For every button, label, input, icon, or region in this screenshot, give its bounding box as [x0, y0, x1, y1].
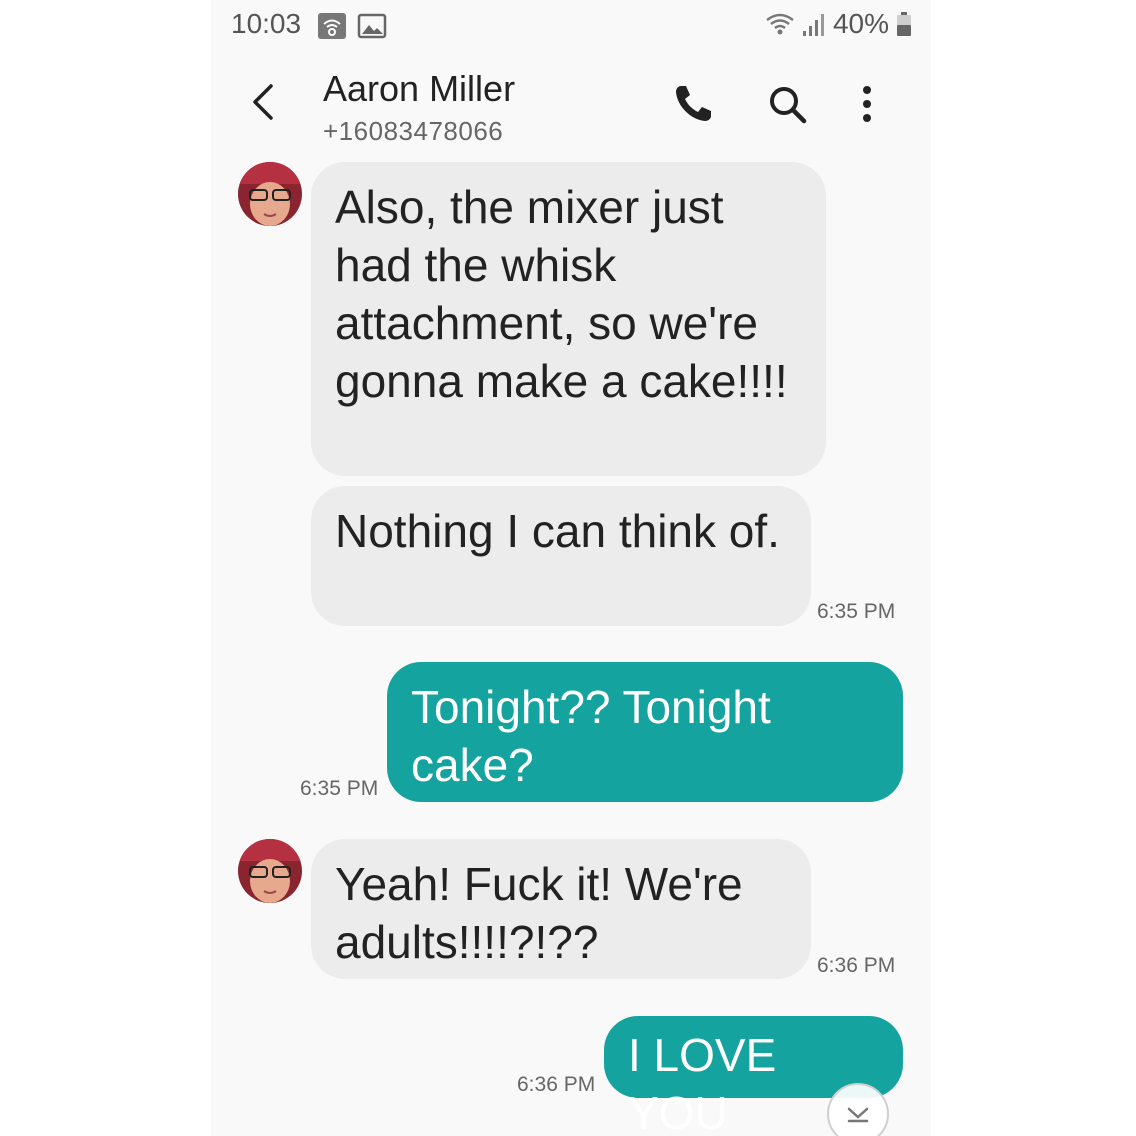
wifi-calling-icon	[318, 13, 346, 39]
back-arrow-icon[interactable]	[245, 82, 281, 122]
message-bubble-incoming[interactable]: Nothing I can think of.	[311, 486, 811, 626]
message-timestamp: 6:35 PM	[817, 600, 896, 623]
conversation-header: Aaron Miller +16083478066	[211, 60, 931, 160]
message-timestamp: 6:35 PM	[300, 777, 379, 800]
battery-icon	[897, 12, 911, 36]
image-notification-icon	[357, 13, 387, 39]
contact-name: Aaron Miller	[323, 68, 516, 109]
battery-percent: 40%	[832, 8, 889, 39]
wifi-icon	[766, 13, 794, 35]
chevron-down-icon	[847, 1107, 869, 1123]
message-bubble-incoming[interactable]: Yeah! Fuck it! We're adults!!!!?!??	[311, 839, 811, 979]
scroll-to-bottom-button[interactable]	[827, 1083, 889, 1136]
status-right-group: 40%	[765, 8, 911, 40]
message-bubble-incoming[interactable]: Also, the mixer just had the whisk attac…	[311, 162, 826, 476]
search-icon[interactable]	[763, 80, 811, 128]
message-text: Tonight?? Tonight cake?	[411, 681, 771, 791]
message-timestamp: 6:36 PM	[817, 954, 896, 977]
message-timestamp: 6:36 PM	[517, 1073, 596, 1096]
contact-avatar[interactable]	[238, 839, 302, 903]
contact-number: +16083478066	[323, 116, 504, 146]
status-time: 10:03	[231, 8, 302, 39]
message-text: Nothing I can think of.	[335, 505, 780, 557]
contact-avatar[interactable]	[238, 162, 302, 226]
status-bar: 10:03 40%	[211, 0, 931, 52]
phone-screen: 10:03 40% Aaron Miller +16083478066 Also…	[211, 0, 931, 1136]
phone-icon[interactable]	[669, 80, 717, 128]
message-text: Yeah! Fuck it! We're adults!!!!?!??	[335, 858, 743, 968]
more-vert-icon[interactable]	[843, 80, 891, 128]
signal-icon	[802, 14, 824, 36]
message-text: Also, the mixer just had the whisk attac…	[335, 181, 788, 407]
message-bubble-outgoing[interactable]: Tonight?? Tonight cake?	[387, 662, 903, 802]
message-text: I LOVE YOU	[628, 1029, 777, 1136]
